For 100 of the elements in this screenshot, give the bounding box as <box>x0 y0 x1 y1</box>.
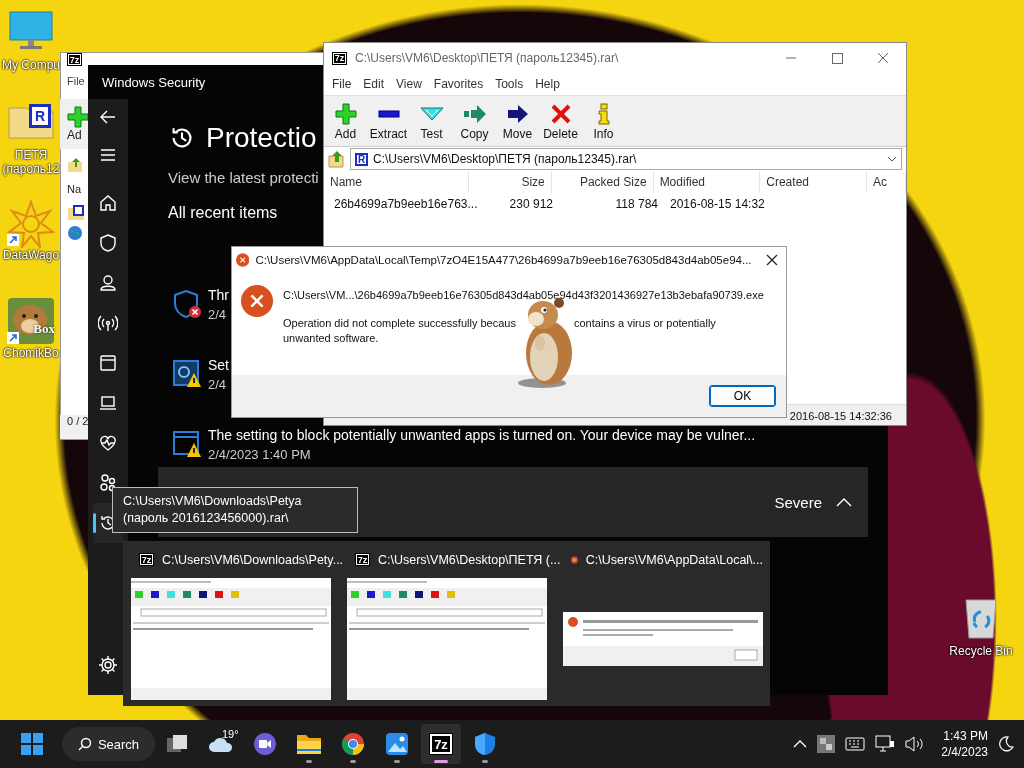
file-row[interactable]: 26b4699a7b9eeb16e763... 230 912 118 784 2016-08-15 14:32 <box>324 193 906 215</box>
clock[interactable]: 1:43 PM 2/4/2023 <box>941 728 988 760</box>
error-message: contains a virus or potentially <box>573 317 716 329</box>
dialog-title: C:\Users\VM6\AppData\Local\Temp\7zO4E15A477\26b4699a7b9eeb16e76305d843d4ab05e94... <box>255 254 752 266</box>
menu-item[interactable]: Help <box>529 77 566 91</box>
settings-icon <box>98 655 118 675</box>
heart-icon <box>98 433 118 453</box>
item-date: 2/4 <box>208 306 227 324</box>
desktop-icon-label[interactable]: Recycle Bin <box>949 644 1013 658</box>
menu-item[interactable]: Tools <box>489 77 530 91</box>
shortcut-arrow-icon <box>7 234 19 246</box>
person-icon <box>98 273 118 293</box>
shield-icon <box>98 233 118 253</box>
wireless-icon <box>98 313 118 333</box>
toolbar-label[interactable]: Ad <box>67 128 82 142</box>
page-subtitle: View the latest protecti <box>168 169 319 186</box>
preview-title[interactable]: C:\Users\VM6\Desktop\ПЕТЯ (... <box>378 552 561 567</box>
menu-item[interactable]: Edit <box>357 77 391 91</box>
window-preview-drawing[interactable] <box>347 578 547 700</box>
start-icon[interactable] <box>21 733 43 755</box>
item-date: 2/4/2023 1:40 PM <box>208 446 311 464</box>
column-header[interactable]: Created <box>760 171 867 193</box>
toolbar-button[interactable]: Extract <box>367 96 410 146</box>
status-text: 2016-08-15 14:32:36 <box>789 410 892 422</box>
chevron-up-icon[interactable] <box>836 497 852 507</box>
page-heading: Protectio <box>206 122 317 154</box>
search-icon <box>77 737 92 751</box>
severity-label: Severe <box>774 493 822 511</box>
address-field[interactable]: R C:\Users\VM6\Desktop\ПЕТЯ (пароль12345).rar\ <box>350 148 902 170</box>
moon-icon[interactable] <box>998 736 1014 752</box>
item-title[interactable]: The setting to block potentially unwanted apps is turned on. Your device may be vulner... <box>208 425 756 445</box>
status-text: 0 / 2 <box>67 415 89 427</box>
clock-time[interactable]: 1:43 PM <box>943 728 988 744</box>
up-folder-icon[interactable] <box>67 157 85 173</box>
dialog-preview-drawing[interactable] <box>563 612 763 666</box>
7zip-logo-icon: 7z <box>139 553 154 566</box>
volume-icon[interactable] <box>905 736 926 752</box>
menu-item[interactable]: File <box>67 75 85 87</box>
dropdown-caret-icon[interactable] <box>887 156 897 162</box>
section-heading: All recent items <box>168 204 278 222</box>
menu-item[interactable]: View <box>390 77 428 91</box>
network-icon[interactable] <box>875 735 896 753</box>
7zip-logo-icon: 7z <box>355 553 370 566</box>
window-title: Windows Security <box>102 74 206 90</box>
window-preview-drawing[interactable] <box>131 578 331 700</box>
table-cell-text: 118 784 <box>614 197 659 211</box>
star-logo-icon[interactable] <box>7 200 55 246</box>
people-icon <box>98 473 118 493</box>
folder-icon[interactable] <box>296 732 322 756</box>
chevron-up-icon[interactable] <box>793 739 808 749</box>
preview-title[interactable]: C:\Users\VM6\Downloads\Pety... <box>162 552 344 567</box>
plus-icon[interactable] <box>67 106 89 128</box>
toolbar-button[interactable]: Delete <box>539 96 582 146</box>
keyboard-icon[interactable] <box>845 737 866 751</box>
tray-app-icon[interactable] <box>817 735 836 753</box>
chat-icon[interactable] <box>253 732 277 756</box>
column-header[interactable]: Size <box>469 171 552 193</box>
photos-icon[interactable] <box>385 732 409 756</box>
7zip-logo-icon: 7z <box>67 53 82 66</box>
taskbar-button[interactable]: 7z <box>421 724 461 764</box>
item-title[interactable]: Thr <box>208 285 229 305</box>
column-header[interactable]: Na <box>67 183 82 195</box>
file-name: 26b4699a7b9eeb16e763... <box>334 197 478 211</box>
clock-date[interactable]: 2/4/2023 <box>941 744 988 760</box>
search-button[interactable]: Search <box>62 727 155 761</box>
error-icon <box>236 252 250 268</box>
plus-icon <box>332 101 359 126</box>
ok-button[interactable]: OK <box>709 385 776 407</box>
laptop-icon <box>98 393 118 413</box>
item-title[interactable]: Set <box>208 355 229 375</box>
7zip-logo-icon: 7z <box>332 51 347 65</box>
toolbar-button[interactable]: Copy <box>453 96 496 146</box>
tooltip: C:\Users\VM6\Downloads\Petya (пароль 2016123456000).rar\ <box>112 487 358 533</box>
table-cell-text: 230 912 <box>508 197 554 211</box>
preview-title[interactable]: C:\Users\VM6\AppData\Local\... <box>585 552 763 567</box>
toolbar-button[interactable]: Add <box>324 96 367 146</box>
home-icon <box>98 193 118 213</box>
taskbar-button[interactable]: 19° <box>201 724 241 764</box>
shield-alert-icon <box>172 289 202 319</box>
globe-icon <box>67 225 83 241</box>
close-icon[interactable] <box>765 254 778 266</box>
shortcut-arrow-icon <box>7 332 19 344</box>
error-message: unwanted software. <box>283 332 380 344</box>
column-header[interactable]: Ac <box>866 171 906 193</box>
7zip-app-icon: 7z <box>429 733 453 755</box>
shield-icon[interactable] <box>473 732 497 756</box>
toolbar-button[interactable]: Move <box>496 96 539 146</box>
toolbar-button[interactable]: Info <box>582 96 625 146</box>
menu-item[interactable]: File <box>326 77 358 91</box>
table-cell-text: 2016-08-15 14:32 <box>669 197 766 211</box>
column-header[interactable]: Modified <box>653 171 761 193</box>
toolbar-button[interactable]: Test <box>410 96 453 146</box>
column-header[interactable]: Packed Size <box>551 171 654 193</box>
up-folder-icon[interactable] <box>328 150 346 168</box>
window-title: C:\Users\VM6\Desktop\ПЕТЯ (пароль12345).rar\ <box>355 51 620 65</box>
window-icon <box>98 353 118 373</box>
window-warning-icon <box>172 429 202 459</box>
column-header[interactable]: Name <box>324 171 470 193</box>
menu-item[interactable]: Favorites <box>427 77 490 91</box>
browser-icon[interactable] <box>341 732 365 756</box>
